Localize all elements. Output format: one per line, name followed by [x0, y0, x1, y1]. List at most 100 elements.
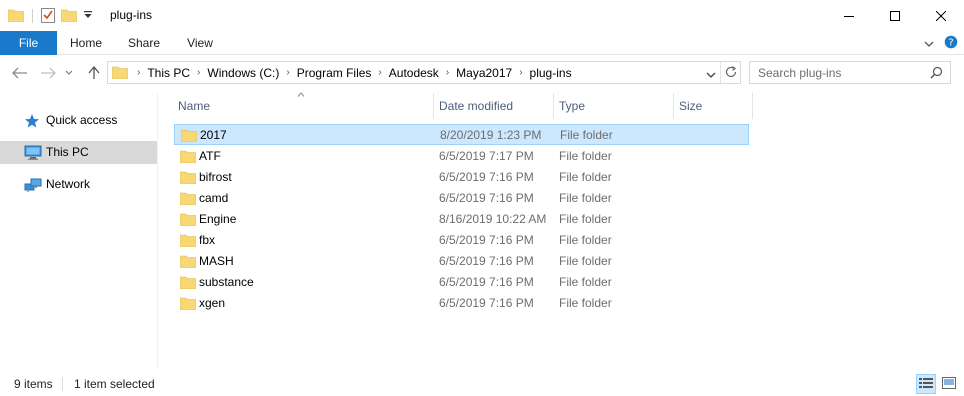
- folder-icon: [7, 8, 25, 25]
- chevron-right-icon[interactable]: ›: [519, 67, 522, 78]
- chevron-right-icon[interactable]: ›: [378, 67, 381, 78]
- list-item[interactable]: xgen 6/5/2019 7:16 PM File folder: [174, 293, 749, 314]
- address-bar[interactable]: › This PC › Windows (C:) › Program Files…: [107, 61, 741, 84]
- nav-label-network: Network: [46, 177, 91, 191]
- close-button[interactable]: [918, 0, 964, 31]
- tab-file[interactable]: File: [0, 31, 57, 55]
- file-date-modified: 6/5/2019 7:16 PM: [439, 296, 534, 310]
- window-title: plug-ins: [110, 8, 153, 22]
- file-type: File folder: [560, 128, 613, 142]
- tab-share[interactable]: Share: [118, 31, 170, 55]
- list-item[interactable]: fbx 6/5/2019 7:16 PM File folder: [174, 230, 749, 251]
- new-folder-icon[interactable]: [60, 8, 78, 25]
- search-box[interactable]: Search plug-ins: [749, 61, 951, 84]
- file-date-modified: 8/16/2019 10:22 AM: [439, 212, 547, 226]
- file-date-modified: 6/5/2019 7:16 PM: [439, 191, 534, 205]
- breadcrumb-windows-c[interactable]: Windows (C:): [207, 66, 279, 80]
- search-input[interactable]: Search plug-ins: [758, 66, 841, 80]
- file-type: File folder: [559, 149, 612, 163]
- refresh-icon[interactable]: [724, 65, 738, 82]
- file-type: File folder: [559, 275, 612, 289]
- title-bar: plug-ins: [0, 0, 964, 32]
- file-name: MASH: [199, 254, 234, 268]
- folder-icon: [179, 296, 197, 311]
- properties-icon[interactable]: [41, 7, 55, 26]
- file-date-modified: 6/5/2019 7:16 PM: [439, 233, 534, 247]
- file-name: substance: [199, 275, 254, 289]
- minimize-button[interactable]: [826, 0, 872, 31]
- breadcrumb-program-files[interactable]: Program Files: [297, 66, 372, 80]
- list-item[interactable]: substance 6/5/2019 7:16 PM File folder: [174, 272, 749, 293]
- up-button[interactable]: [84, 64, 104, 82]
- breadcrumb-autodesk[interactable]: Autodesk: [389, 66, 439, 80]
- list-item[interactable]: 2017 8/20/2019 1:23 PM File folder: [174, 124, 749, 145]
- expand-ribbon-icon[interactable]: [924, 37, 934, 51]
- breadcrumb-this-pc[interactable]: This PC: [147, 66, 190, 80]
- maximize-button[interactable]: [872, 0, 918, 31]
- column-header-date-modified[interactable]: Date modified: [433, 93, 553, 119]
- svg-text:?: ?: [948, 38, 953, 49]
- list-item[interactable]: Engine 8/16/2019 10:22 AM File folder: [174, 209, 749, 230]
- file-name: xgen: [199, 296, 226, 310]
- address-divider: [720, 62, 721, 83]
- list-item[interactable]: MASH 6/5/2019 7:16 PM File folder: [174, 251, 749, 272]
- folder-icon: [179, 170, 197, 185]
- toolbar-divider: [32, 9, 33, 23]
- list-item[interactable]: ATF 6/5/2019 7:17 PM File folder: [174, 146, 749, 167]
- file-date-modified: 8/20/2019 1:23 PM: [440, 128, 542, 142]
- nav-item-quick-access[interactable]: Quick access: [0, 109, 157, 132]
- file-date-modified: 6/5/2019 7:16 PM: [439, 254, 534, 268]
- folder-icon: [179, 212, 197, 227]
- file-name: ATF: [199, 149, 221, 163]
- folder-icon: [179, 191, 197, 206]
- file-type: File folder: [559, 254, 612, 268]
- tab-home[interactable]: Home: [60, 31, 112, 55]
- details-view-button[interactable]: [916, 374, 936, 394]
- search-icon[interactable]: [930, 66, 943, 82]
- navigation-pane: Quick access This PC Network: [0, 93, 158, 369]
- file-name: fbx: [199, 233, 216, 247]
- list-item[interactable]: bifrost 6/5/2019 7:16 PM File folder: [174, 167, 749, 188]
- column-divider[interactable]: [752, 93, 753, 119]
- folder-icon: [179, 149, 197, 164]
- chevron-right-icon[interactable]: ›: [137, 67, 140, 78]
- nav-item-network[interactable]: Network: [0, 173, 157, 196]
- file-date-modified: 6/5/2019 7:16 PM: [439, 170, 534, 184]
- ribbon-controls: ?: [924, 35, 958, 52]
- file-date-modified: 6/5/2019 7:17 PM: [439, 149, 534, 163]
- breadcrumb-maya2017[interactable]: Maya2017: [456, 66, 512, 80]
- file-type: File folder: [559, 191, 612, 205]
- column-header-name[interactable]: Name: [172, 93, 433, 119]
- large-icons-view-icon: [942, 376, 956, 392]
- chevron-right-icon[interactable]: ›: [197, 67, 200, 78]
- file-type: File folder: [559, 296, 612, 310]
- forward-button[interactable]: [38, 64, 58, 82]
- chevron-right-icon[interactable]: ›: [286, 67, 289, 78]
- item-count: 9 items: [14, 377, 53, 391]
- file-name: Engine: [199, 212, 237, 226]
- recent-locations-icon[interactable]: [62, 64, 76, 82]
- breadcrumb: › This PC › Windows (C:) › Program Files…: [130, 62, 572, 83]
- address-dropdown-icon[interactable]: [706, 68, 716, 82]
- tab-view[interactable]: View: [175, 31, 225, 55]
- column-header-size[interactable]: Size: [673, 93, 752, 119]
- large-icons-view-button[interactable]: [939, 374, 959, 394]
- file-type: File folder: [559, 212, 612, 226]
- chevron-right-icon[interactable]: ›: [446, 67, 449, 78]
- details-view-icon: [919, 377, 933, 392]
- status-bar: 9 items 1 item selected: [0, 372, 964, 396]
- nav-label-quick-access: Quick access: [46, 113, 118, 127]
- nav-item-this-pc[interactable]: This PC: [0, 141, 157, 164]
- quick-access-toolbar: [7, 6, 93, 26]
- folder-icon: [111, 65, 129, 82]
- list-item[interactable]: camd 6/5/2019 7:16 PM File folder: [174, 188, 749, 209]
- help-icon[interactable]: ?: [944, 35, 958, 52]
- folder-icon: [179, 233, 197, 248]
- column-header-type[interactable]: Type: [553, 93, 673, 119]
- folder-icon: [180, 128, 198, 143]
- customize-dropdown-icon[interactable]: [83, 9, 93, 24]
- back-button[interactable]: [10, 64, 30, 82]
- file-date-modified: 6/5/2019 7:16 PM: [439, 275, 534, 289]
- file-type: File folder: [559, 233, 612, 247]
- breadcrumb-plug-ins[interactable]: plug-ins: [530, 66, 572, 80]
